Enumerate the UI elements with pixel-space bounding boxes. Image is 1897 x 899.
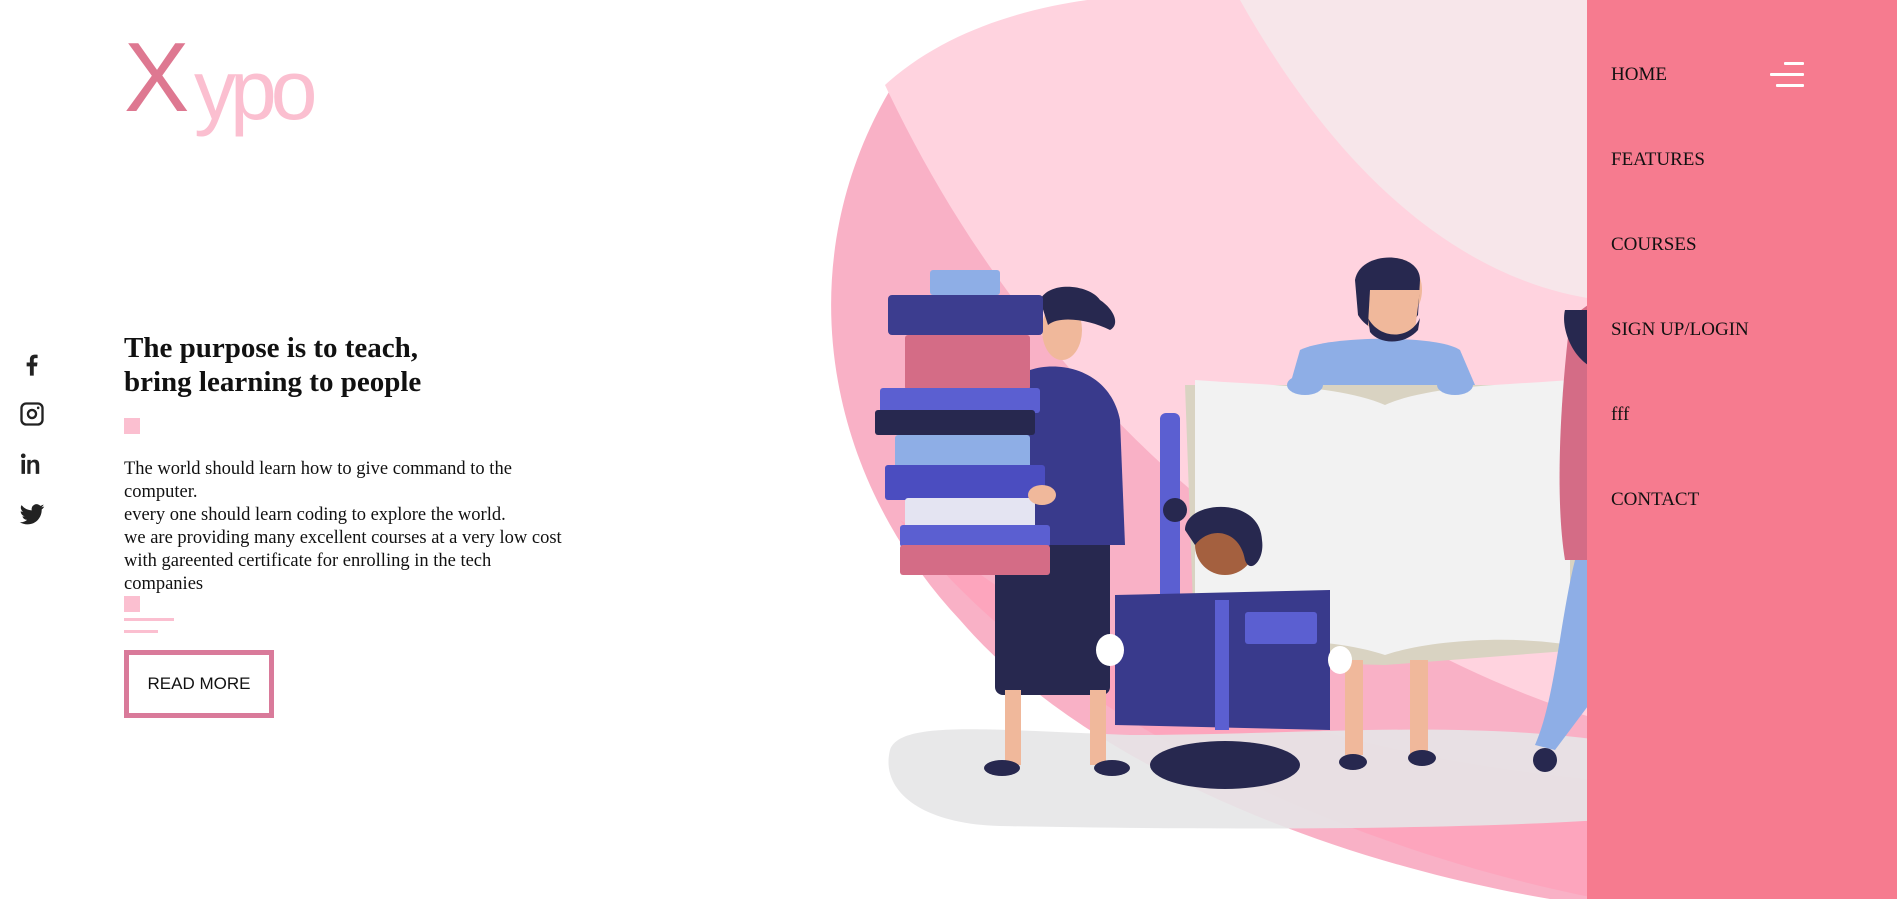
instagram-icon[interactable] <box>18 400 46 428</box>
linkedin-icon[interactable] <box>18 450 46 478</box>
nav-item-fff[interactable]: fff <box>1611 398 1749 483</box>
hero-title-line-2: bring learning to people <box>124 366 422 398</box>
read-more-button[interactable]: READ MORE <box>124 650 274 718</box>
nav-item-contact[interactable]: CONTACT <box>1611 483 1749 568</box>
facebook-icon[interactable] <box>18 350 46 378</box>
logo-rest: ypo <box>194 43 317 137</box>
hero-body-line-3: we are providing many excellent courses … <box>124 528 562 594</box>
twitter-icon[interactable] <box>18 500 46 528</box>
nav-item-courses[interactable]: COURSES <box>1611 228 1749 313</box>
sidebar-nav: HOME FEATURES COURSES SIGN UP/LOGIN fff … <box>1587 0 1897 899</box>
brand-logo[interactable]: X ypo <box>124 28 344 138</box>
hero-illustration <box>831 0 1600 899</box>
nav-list: HOME FEATURES COURSES SIGN UP/LOGIN fff … <box>1611 58 1749 568</box>
nav-item-signup-login[interactable]: SIGN UP/LOGIN <box>1611 313 1749 398</box>
hero-description: The world should learn how to give comma… <box>124 458 574 596</box>
nav-item-home[interactable]: HOME <box>1611 58 1749 143</box>
hero-title: The purpose is to teach, bring learning … <box>124 331 554 399</box>
hero-body-line-2: every one should learn coding to explore… <box>124 505 506 525</box>
hero-title-line-1: The purpose is to teach, <box>124 332 419 364</box>
hero-body-line-1: The world should learn how to give comma… <box>124 459 512 502</box>
logo-x: X <box>124 22 189 132</box>
menu-icon[interactable] <box>1770 62 1804 90</box>
social-links <box>18 350 46 550</box>
nav-item-features[interactable]: FEATURES <box>1611 143 1749 228</box>
accent-decoration <box>124 596 174 633</box>
accent-square <box>124 418 140 434</box>
